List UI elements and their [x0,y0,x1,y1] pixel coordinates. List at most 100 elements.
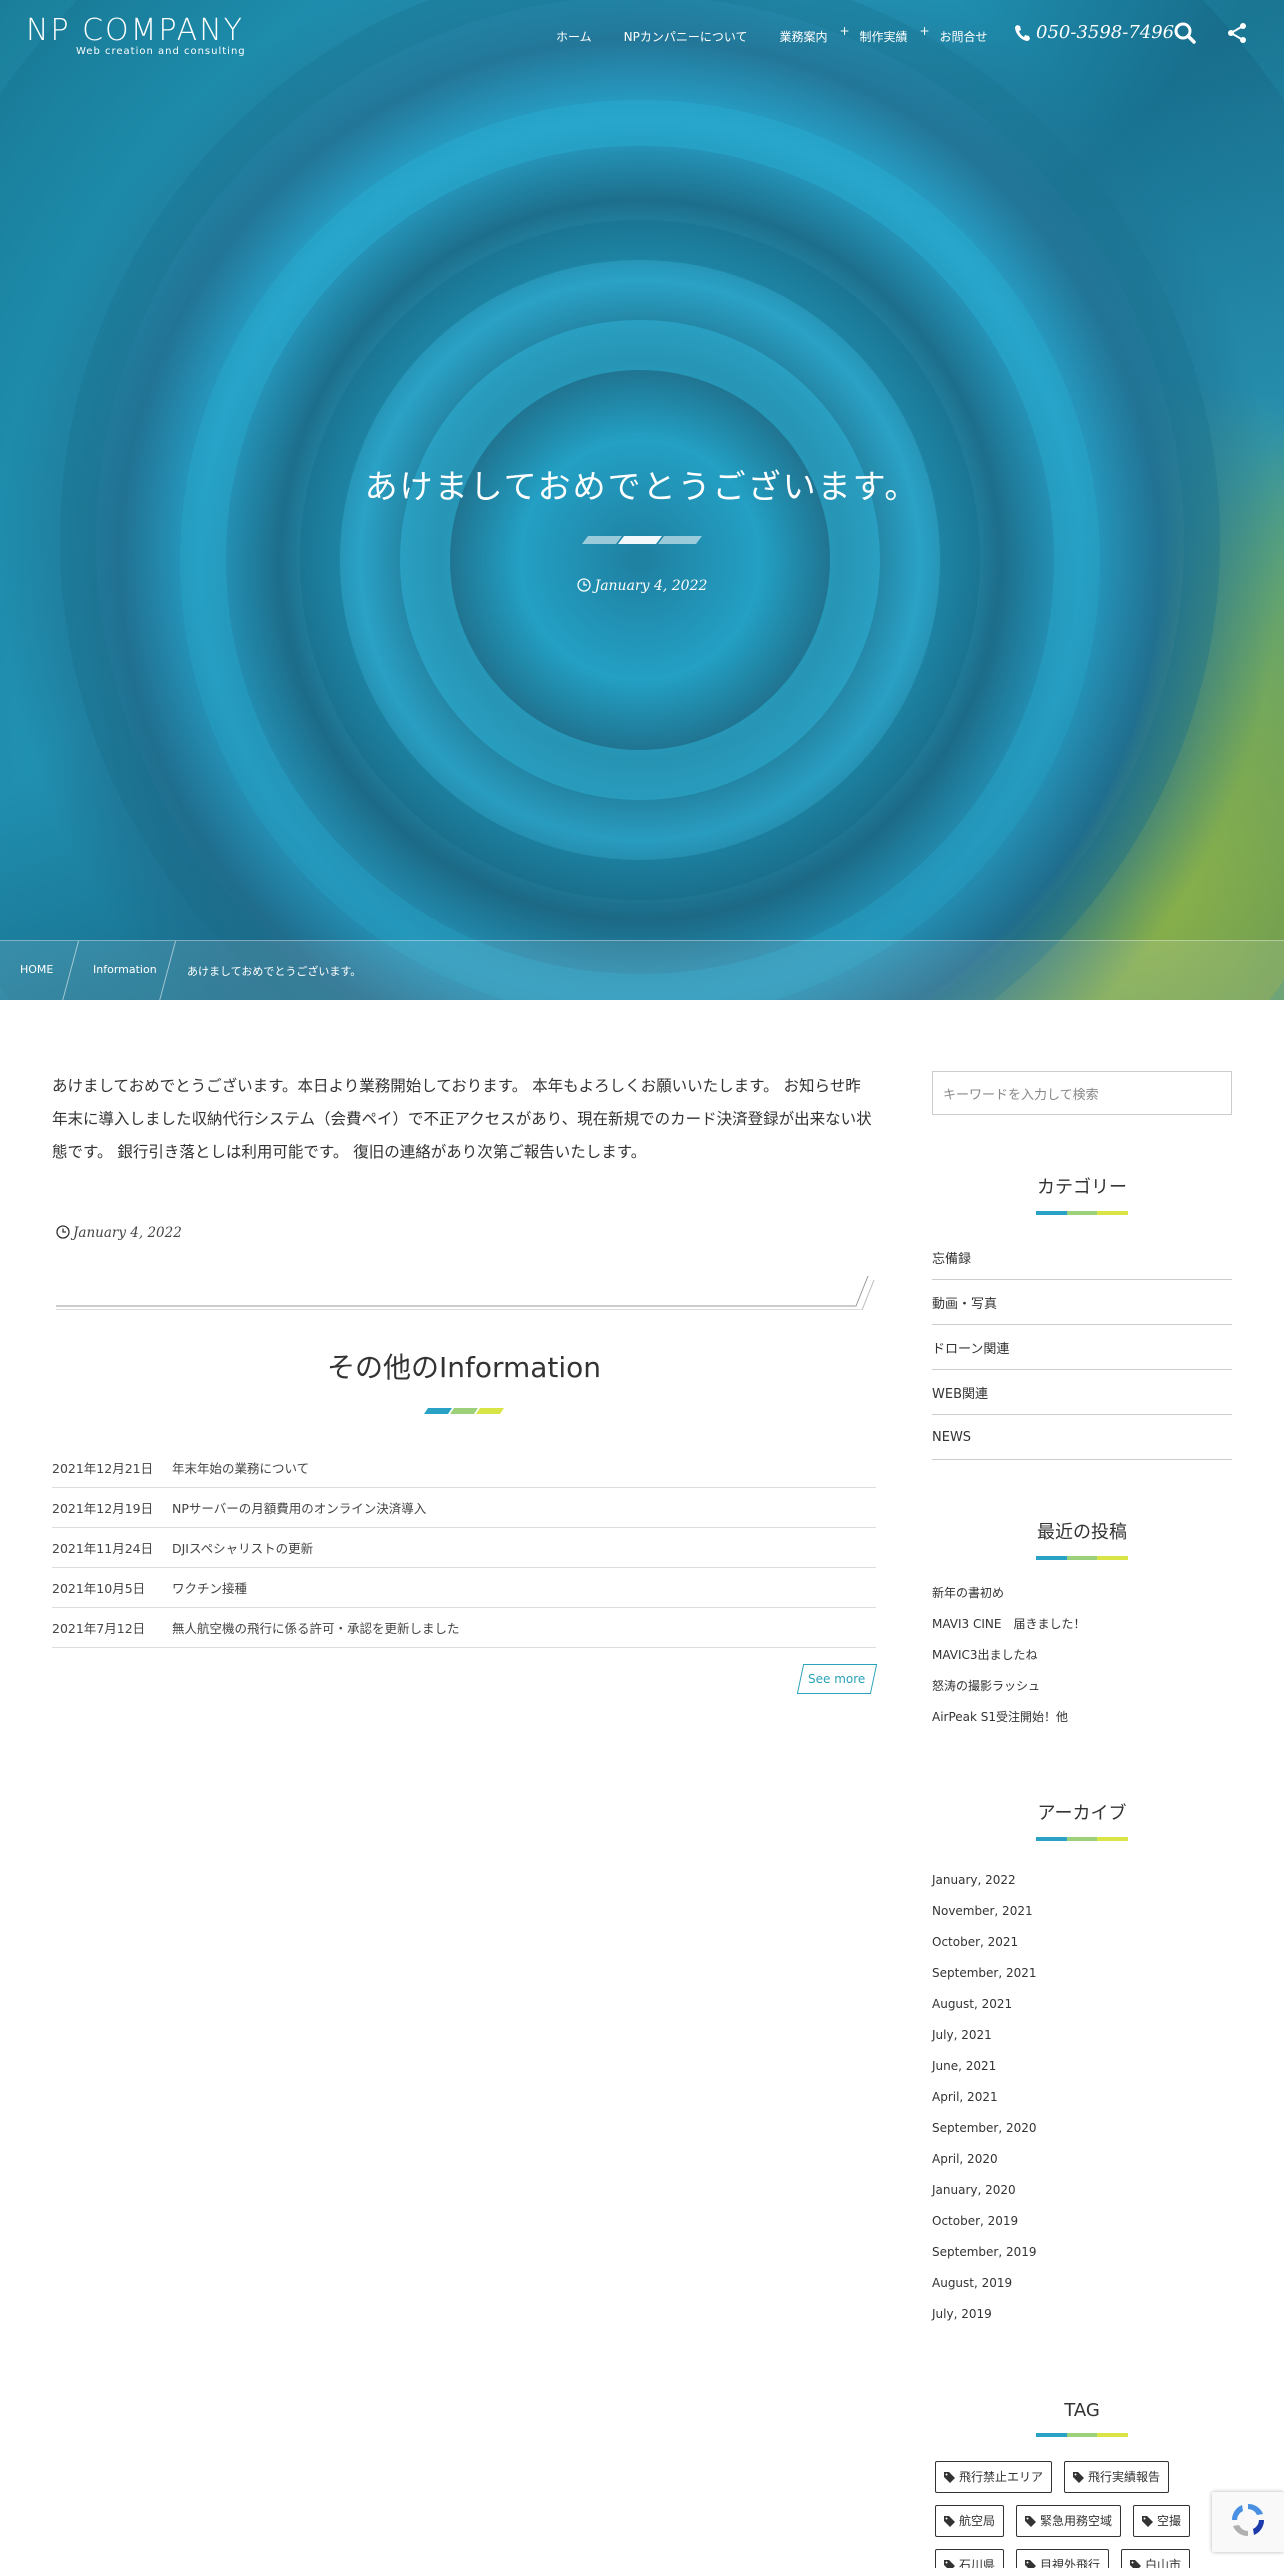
see-more-button[interactable]: See more [796,1664,878,1694]
nav-label: 制作実績 [859,30,908,44]
logo-tagline: Web creation and consulting [76,46,246,57]
tag-icon [1142,2515,1154,2527]
nav-works[interactable]: 制作実績 + [844,24,930,45]
breadcrumb-separator [61,941,80,1001]
nav-label: NPカンパニーについて [623,30,748,44]
search-icon[interactable] [1172,20,1198,46]
logo-main: NP COMPANY [26,13,244,48]
nav-about[interactable]: NPカンパニーについて [608,28,764,45]
widget-title-underline [1036,1556,1129,1560]
archive-link[interactable]: October, 2019 [932,2206,1232,2237]
tag-icon [1025,2515,1037,2527]
item-title[interactable]: 年末年始の業務について [172,1458,309,1477]
hero-banner: あけましておめでとうございます。 January 4, 2022 [0,0,1284,1000]
recent-post-link[interactable]: 怒涛の撮影ラッシュ [932,1671,1232,1702]
item-date: 2021年12月21日 [52,1461,154,1476]
tag-icon [944,2559,955,2568]
archive-link[interactable]: January, 2022 [932,1865,1232,1896]
category-item[interactable]: 忘備録 [932,1235,1232,1280]
tag-link[interactable]: 目視外飛行 [1016,2549,1110,2568]
item-title[interactable]: 無人航空機の飛行に係る許可・承認を更新しました [172,1618,460,1637]
list-item[interactable]: 2021年7月12日 無人航空機の飛行に係る許可・承認を更新しました [52,1608,876,1648]
sidebar-search-input[interactable]: キーワードを入力して検索 [932,1071,1232,1115]
tag-link[interactable]: 緊急用務空域 [1016,2505,1122,2537]
nav-home[interactable]: ホーム [540,28,608,45]
tag-label: 石川県 [959,2558,996,2568]
archive-link[interactable]: September, 2020 [932,2113,1232,2144]
item-date: 2021年11月24日 [52,1541,154,1556]
sidebar: キーワードを入力して検索 カテゴリー 忘備録 動画・写真 ドローン関連 WEB関… [932,1071,1232,2568]
recaptcha-icon [1231,2503,1265,2537]
site-header: NP COMPANY Web creation and consulting ホ… [0,0,1284,72]
recent-post-link[interactable]: 新年の書初め [932,1578,1232,1609]
nav-label: 業務案内 [779,30,828,44]
item-title[interactable]: DJIスペシャリストの更新 [172,1538,313,1557]
tag-label: 飛行実績報告 [1088,2470,1161,2484]
archive-link[interactable]: November, 2021 [932,1896,1232,1927]
phone-number: 050-3598-7496 [1036,22,1175,43]
breadcrumb-separator [158,941,177,1001]
category-item[interactable]: WEB関連 [932,1370,1232,1415]
recent-post-link[interactable]: AirPeak S1受注開始！他 [932,1702,1232,1733]
nav-services[interactable]: 業務案内 + [764,24,850,45]
page-title: あけましておめでとうございます。 [364,467,920,506]
archive-link[interactable]: October, 2021 [932,1927,1232,1958]
list-item[interactable]: 2021年10月5日 ワクチン接種 [52,1568,876,1608]
recent-post-link[interactable]: MAVIC3出ましたね [932,1640,1232,1671]
archive-link[interactable]: January, 2020 [932,2175,1232,2206]
nav-label: ホーム [556,30,592,44]
item-title[interactable]: NPサーバーの月額費用のオンライン決済導入 [172,1498,426,1517]
site-logo[interactable]: NP COMPANY Web creation and consulting [26,13,246,58]
archive-link[interactable]: September, 2019 [932,2237,1232,2268]
phone-icon [1015,24,1030,41]
other-posts-title: その他のInformation [326,1351,602,1384]
tag-cloud: 飛行禁止エリア 飛行実績報告 航空局 緊急用務空域 空撮 石川県 目視外飛行 白… [932,2461,1232,2568]
tag-label: 目視外飛行 [1040,2558,1101,2568]
tag-label: 白山市 [1145,2558,1182,2568]
main-content: あけましておめでとうございます。本日より業務開始しております。 本年もよろしくお… [52,1070,878,1694]
category-item[interactable]: NEWS [932,1415,1232,1460]
tag-link[interactable]: 空撮 [1133,2505,1191,2537]
list-item[interactable]: 2021年11月24日 DJIスペシャリストの更新 [52,1528,876,1568]
archive-link[interactable]: August, 2019 [932,2268,1232,2299]
post-date-text: January 4, 2022 [73,1225,182,1241]
search-placeholder: キーワードを入力して検索 [943,1087,1099,1103]
category-item[interactable]: 動画・写真 [932,1280,1232,1325]
post-divider [56,1275,875,1310]
archive-link[interactable]: April, 2021 [932,2082,1232,2113]
list-item[interactable]: 2021年12月19日 NPサーバーの月額費用のオンライン決済導入 [52,1488,876,1528]
tag-link[interactable]: 石川県 [935,2549,1005,2568]
widget-title-underline [1036,2433,1129,2437]
tag-link[interactable]: 飛行実績報告 [1064,2461,1170,2493]
category-list: 忘備録 動画・写真 ドローン関連 WEB関連 NEWS [932,1235,1232,1460]
breadcrumb-home[interactable]: HOME [20,963,53,976]
recaptcha-badge[interactable] [1212,2492,1284,2552]
widget-title: カテゴリー [1037,1177,1127,1198]
hero-date-text: January 4, 2022 [594,578,708,594]
tag-icon [1073,2471,1085,2483]
tag-label: 航空局 [959,2514,996,2528]
item-title[interactable]: ワクチン接種 [172,1578,247,1597]
tag-link[interactable]: 航空局 [935,2505,1005,2537]
archive-link[interactable]: September, 2021 [932,1958,1232,1989]
tag-link[interactable]: 白山市 [1121,2549,1191,2568]
archive-link[interactable]: July, 2019 [932,2299,1232,2330]
recent-posts-list: 新年の書初め MAVI3 CINE 届きました！ MAVIC3出ましたね 怒涛の… [932,1578,1232,1733]
post-date: January 4, 2022 [56,1225,876,1241]
widget-title-underline [1036,1211,1129,1215]
tag-link[interactable]: 飛行禁止エリア [935,2461,1053,2493]
archive-link[interactable]: April, 2020 [932,2144,1232,2175]
category-item[interactable]: ドローン関連 [932,1325,1232,1370]
widget-title-underline [1036,1837,1129,1841]
breadcrumb-category[interactable]: Information [93,963,157,976]
tag-icon [944,2471,955,2483]
share-icon[interactable] [1224,20,1250,46]
nav-contact[interactable]: お問合せ [924,28,1004,45]
archive-link[interactable]: June, 2021 [932,2051,1232,2082]
archive-link[interactable]: August, 2021 [932,1989,1232,2020]
recent-post-link[interactable]: MAVI3 CINE 届きました！ [932,1609,1232,1640]
list-item[interactable]: 2021年12月21日 年末年始の業務について [52,1448,876,1488]
archive-link[interactable]: July, 2021 [932,2020,1232,2051]
tag-icon [1130,2559,1142,2568]
phone-link[interactable]: 050-3598-7496 [1014,22,1174,43]
